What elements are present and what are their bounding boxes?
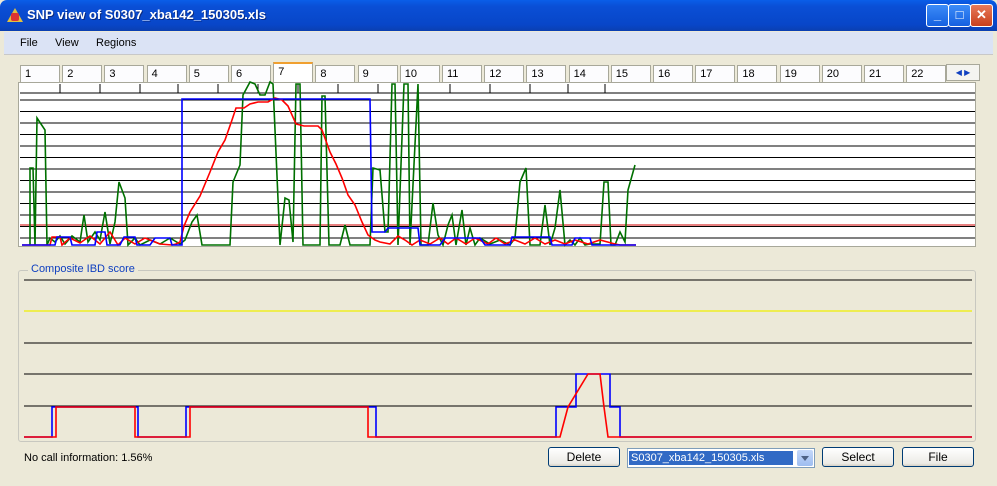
no-call-status: No call information: 1.56%	[24, 452, 153, 464]
file-button[interactable]: File	[902, 447, 974, 467]
select-button[interactable]: Select	[822, 447, 894, 467]
file-select-value: S0307_xba142_150305.xls	[629, 451, 793, 465]
snp-plots	[20, 80, 975, 438]
green-series-line	[29, 80, 636, 248]
chevron-down-icon[interactable]	[797, 450, 813, 466]
delete-button[interactable]: Delete	[548, 447, 620, 467]
file-select[interactable]: S0307_xba142_150305.xls	[627, 448, 815, 468]
